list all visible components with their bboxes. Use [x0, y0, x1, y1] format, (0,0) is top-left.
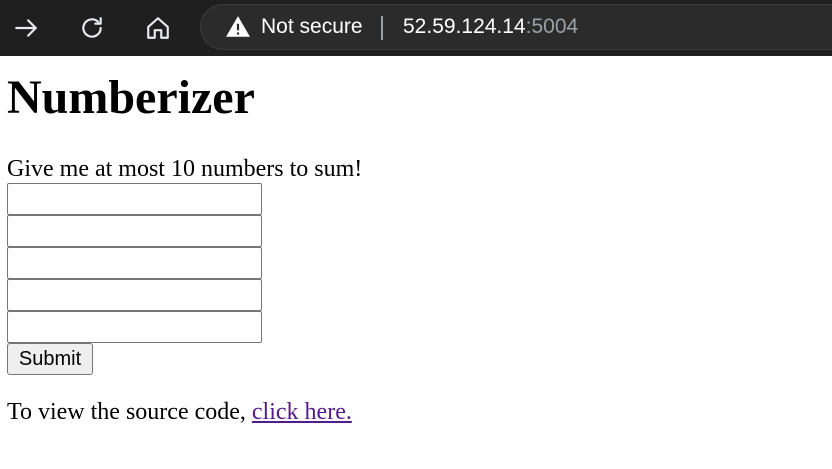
url-host: 52.59.124.14: [403, 15, 526, 38]
reload-icon: [82, 17, 102, 38]
page-viewport: Numberizer Give me at most 10 numbers to…: [0, 56, 832, 469]
security-indicator[interactable]: Not secure: [225, 5, 363, 49]
submit-button[interactable]: Submit: [7, 343, 93, 375]
number-input-4[interactable]: [7, 279, 262, 311]
home-button[interactable]: [140, 10, 176, 46]
security-status-text: Not secure: [261, 15, 363, 38]
forward-button[interactable]: [8, 10, 44, 46]
number-input-1[interactable]: [7, 183, 262, 215]
reload-button[interactable]: [74, 10, 110, 46]
source-prefix-text: To view the source code,: [7, 399, 252, 425]
home-icon: [147, 17, 169, 39]
number-input-3[interactable]: [7, 247, 262, 279]
address-bar-divider: [381, 16, 383, 40]
arrow-right-icon: [15, 19, 37, 37]
browser-toolbar: Not secure 52.59.124.14:5004: [0, 0, 832, 56]
url-port: :5004: [525, 15, 579, 38]
source-code-line: To view the source code, click here.: [7, 398, 352, 426]
address-bar[interactable]: Not secure 52.59.124.14:5004: [200, 4, 832, 50]
number-input-2[interactable]: [7, 215, 262, 247]
url-text[interactable]: 52.59.124.14:5004: [403, 5, 578, 49]
number-input-5[interactable]: [7, 311, 262, 343]
warning-triangle-icon: [226, 16, 250, 37]
source-code-link[interactable]: click here.: [252, 399, 352, 425]
page-title: Numberizer: [7, 71, 255, 124]
instructions-text: Give me at most 10 numbers to sum!: [7, 156, 363, 182]
